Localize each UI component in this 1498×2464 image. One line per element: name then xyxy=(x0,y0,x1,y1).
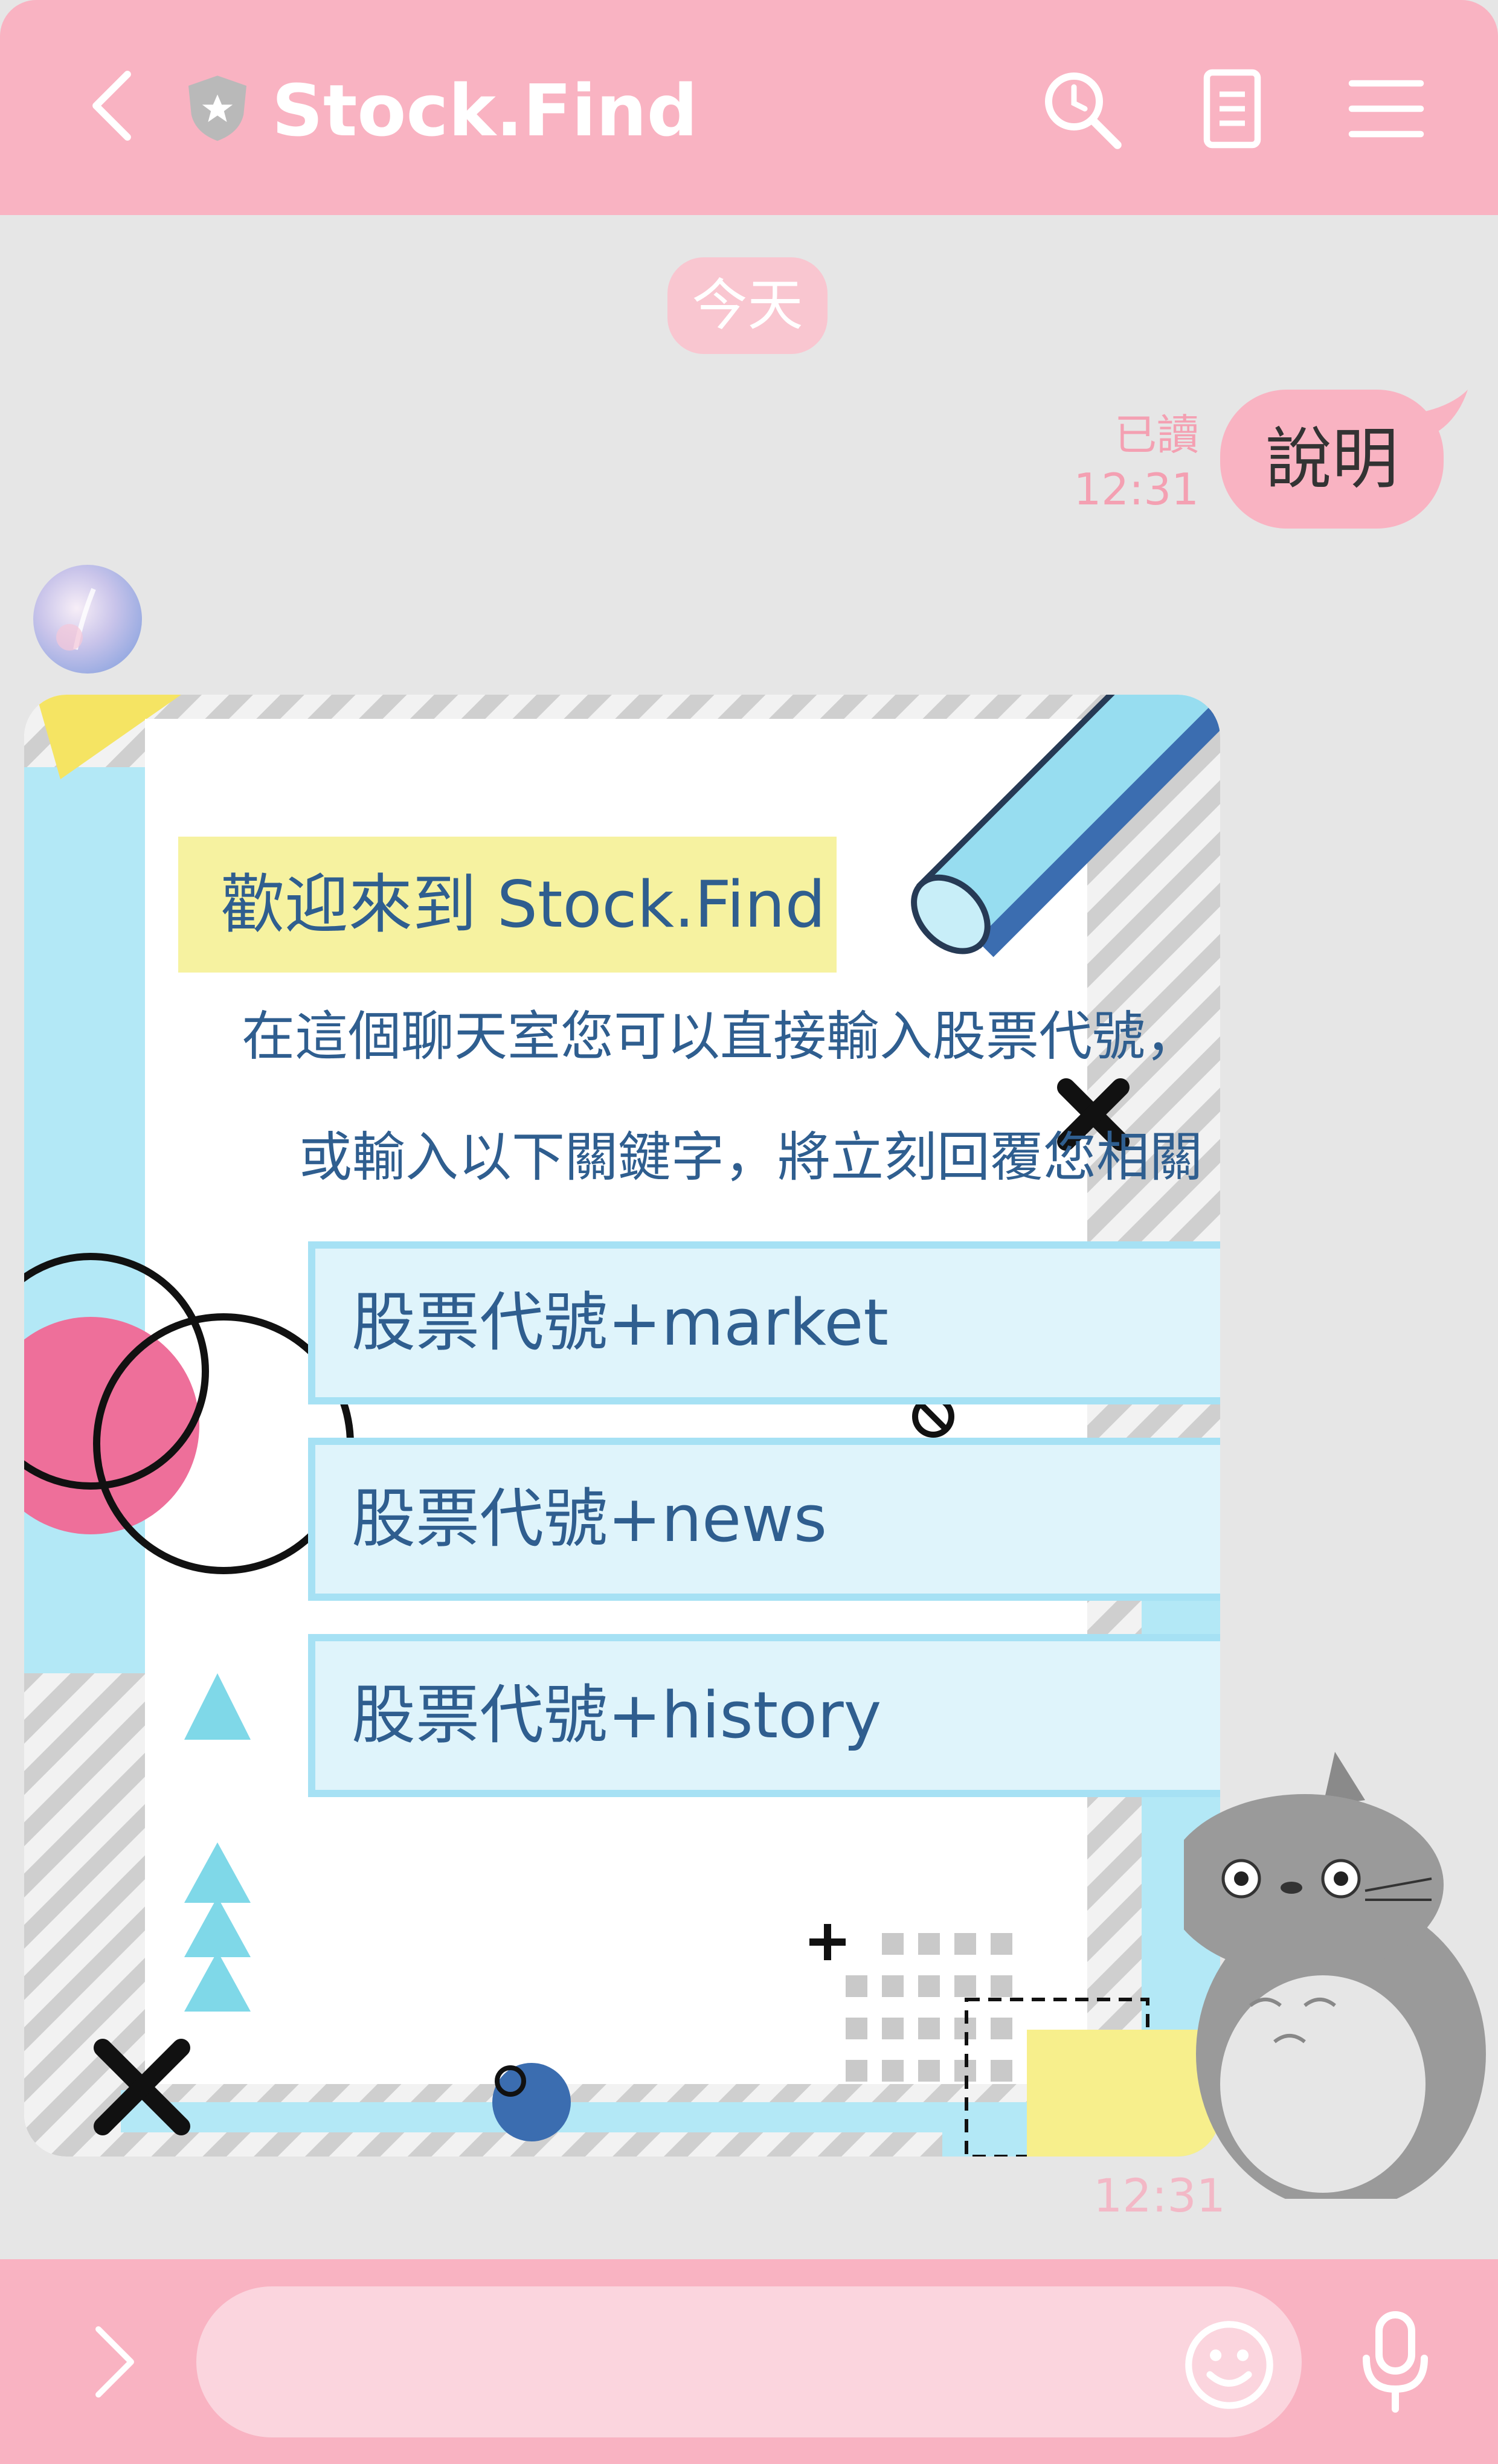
notes-icon[interactable] xyxy=(1187,63,1278,154)
chat-title: Stock.Find xyxy=(272,69,698,152)
avatar-image xyxy=(33,565,142,674)
emoji-icon[interactable] xyxy=(1181,2317,1278,2413)
user-message-bubble[interactable]: 說明 xyxy=(1220,390,1468,529)
shield-star-icon xyxy=(188,76,246,141)
user-message-text: 說明 xyxy=(1265,420,1398,498)
read-receipt: 已讀 xyxy=(1114,410,1199,460)
chat-header: Stock.Find xyxy=(0,0,1498,215)
menu-icon[interactable] xyxy=(1341,63,1432,154)
expand-icon[interactable] xyxy=(82,2323,148,2401)
welcome-banner: 歡迎來到 Stock.Find xyxy=(178,837,837,973)
message-time: 12:31 xyxy=(1073,464,1200,515)
bot-message-time: 12:31 xyxy=(1093,2169,1226,2222)
keyword-button-history[interactable]: 股票代號+history xyxy=(308,1634,1220,1797)
date-divider: 今天 xyxy=(667,257,828,354)
totoro-background-illustration xyxy=(1184,1752,1486,2199)
intro-line-2: 或輸入以下關鍵字，將立刻回覆您相關 xyxy=(299,1126,1203,1188)
back-icon[interactable] xyxy=(72,66,151,145)
intro-line-1: 在這個聊天室您可以直接輸入股票代號， xyxy=(242,1005,1199,1067)
microphone-icon[interactable] xyxy=(1350,2308,1441,2416)
message-input[interactable] xyxy=(196,2286,1302,2437)
bubble-tail xyxy=(1413,390,1468,438)
search-icon[interactable] xyxy=(1036,63,1127,154)
bot-avatar[interactable] xyxy=(33,565,142,674)
message-input-bar xyxy=(0,2259,1498,2464)
bot-flex-card: 歡迎來到 Stock.Find 在這個聊天室您可以直接輸入股票代號， 或輸入以下… xyxy=(24,695,1220,2157)
keyword-button-news[interactable]: 股票代號+news xyxy=(308,1438,1220,1601)
welcome-text: 歡迎來到 Stock.Find xyxy=(220,867,826,942)
keyword-button-market[interactable]: 股票代號+market xyxy=(308,1241,1220,1404)
